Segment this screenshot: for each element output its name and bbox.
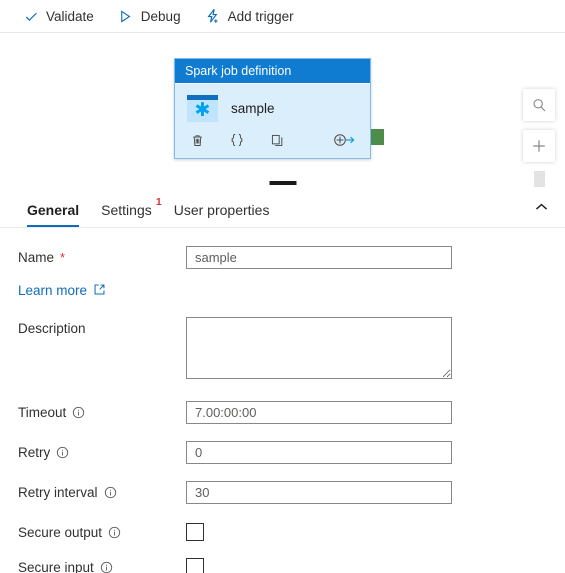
name-label-group: Name * <box>18 246 186 265</box>
tab-settings[interactable]: Settings 1 <box>90 196 163 227</box>
field-row-retry-interval: Retry interval <box>0 481 565 504</box>
info-icon[interactable] <box>56 446 69 459</box>
timeout-label: Timeout <box>18 405 67 420</box>
field-row-retry: Retry <box>0 441 565 464</box>
check-icon <box>23 8 39 24</box>
activity-properties-panel: General Settings 1 User properties Name … <box>0 188 565 573</box>
name-label: Name <box>18 250 55 265</box>
collapse-panel-button[interactable] <box>529 197 553 219</box>
pipeline-toolbar: Validate Debug Add trigger <box>0 0 565 33</box>
settings-error-badge: 1 <box>155 196 162 208</box>
tab-general-label: General <box>27 202 80 218</box>
canvas-zoom-controls <box>523 89 555 187</box>
tab-general[interactable]: General <box>16 202 90 227</box>
info-icon[interactable] <box>100 561 113 573</box>
play-icon <box>118 8 134 24</box>
learn-more-label: Learn more <box>18 283 88 298</box>
info-icon[interactable] <box>72 406 85 419</box>
field-row-description: Description <box>0 317 565 384</box>
secure-input-checkbox[interactable] <box>186 558 204 573</box>
secure-output-label: Secure output <box>18 525 103 540</box>
node-body: ✱ sample <box>175 84 370 131</box>
retry-input[interactable] <box>186 441 452 464</box>
validate-button[interactable]: Validate <box>14 3 103 29</box>
add-trigger-button[interactable]: Add trigger <box>196 3 303 29</box>
zoom-in-button[interactable] <box>523 130 555 162</box>
retry-label-group: Retry <box>18 441 186 460</box>
description-label: Description <box>18 321 86 336</box>
retry-label: Retry <box>18 445 51 460</box>
lightning-plus-icon <box>205 8 221 24</box>
learn-more-row: Learn more <box>0 282 565 300</box>
timeout-input[interactable] <box>186 401 452 424</box>
info-icon[interactable] <box>104 486 117 499</box>
search-canvas-button[interactable] <box>523 89 555 121</box>
validate-label: Validate <box>46 8 94 24</box>
add-trigger-label: Add trigger <box>227 8 294 24</box>
node-header: Spark job definition <box>175 59 370 84</box>
tab-settings-label: Settings <box>101 202 152 218</box>
secure-output-checkbox[interactable] <box>186 523 204 541</box>
retry-interval-input[interactable] <box>186 481 452 504</box>
copy-icon[interactable] <box>268 131 286 149</box>
braces-icon[interactable] <box>228 131 246 149</box>
retry-interval-label: Retry interval <box>18 485 98 500</box>
general-form: Name * Learn more Description <box>0 228 565 573</box>
trash-icon[interactable] <box>188 131 206 149</box>
description-textarea[interactable] <box>186 317 452 379</box>
secure-output-label-group: Secure output <box>18 521 186 540</box>
spark-asterisk-icon: ✱ <box>187 95 218 122</box>
field-row-name: Name * <box>0 246 565 269</box>
secure-input-label: Secure input <box>18 560 94 573</box>
pipeline-canvas[interactable]: Spark job definition ✱ sample <box>0 33 565 188</box>
panel-resize-handle[interactable] <box>269 181 296 185</box>
info-icon[interactable] <box>108 526 121 539</box>
activity-node-spark-job-definition[interactable]: Spark job definition ✱ sample <box>174 58 371 159</box>
field-row-secure-output: Secure output <box>0 521 565 541</box>
chevron-up-icon <box>534 199 549 217</box>
add-output-arrow-icon[interactable] <box>333 131 357 149</box>
debug-button[interactable]: Debug <box>109 3 190 29</box>
zoom-slider-track[interactable] <box>533 171 545 187</box>
field-row-timeout: Timeout <box>0 401 565 424</box>
node-header-label: Spark job definition <box>185 64 292 78</box>
tab-user-properties[interactable]: User properties <box>163 202 281 227</box>
name-input[interactable] <box>186 246 452 269</box>
secure-input-label-group: Secure input <box>18 556 186 573</box>
node-activity-name: sample <box>231 101 275 116</box>
node-action-bar <box>175 131 370 158</box>
learn-more-link[interactable]: Learn more <box>18 283 106 299</box>
tab-user-properties-label: User properties <box>173 202 270 218</box>
required-asterisk: * <box>60 250 66 265</box>
field-row-secure-input: Secure input <box>0 556 565 573</box>
description-label-group: Description <box>18 317 186 336</box>
debug-label: Debug <box>140 8 181 24</box>
external-link-icon <box>93 283 106 299</box>
properties-tabs: General Settings 1 User properties <box>0 188 565 228</box>
retry-interval-label-group: Retry interval <box>18 481 186 500</box>
timeout-label-group: Timeout <box>18 401 186 420</box>
output-port[interactable] <box>371 129 384 145</box>
